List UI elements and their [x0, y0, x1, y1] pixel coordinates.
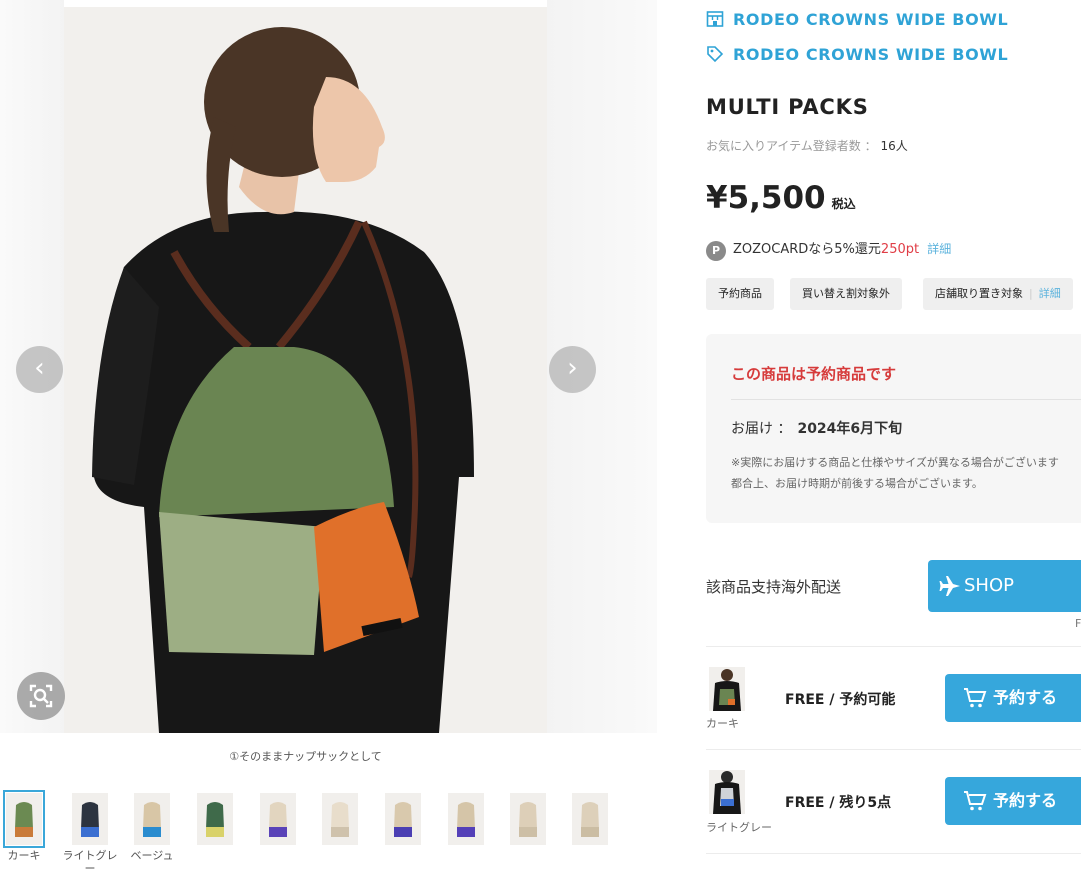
tag-separator: |: [1029, 287, 1033, 300]
store-name: RODEO CROWNS WIDE BOWL: [733, 10, 1009, 29]
variant-size: FREE: [785, 795, 825, 811]
divider: [731, 399, 1081, 400]
thumbnail-image: [260, 793, 296, 845]
image-search-icon: [29, 684, 53, 708]
thumbnail-10[interactable]: [572, 793, 608, 845]
favorites-label: お気に入りアイテム登録者数 ：: [706, 139, 877, 153]
thumbnail-image: [448, 793, 484, 845]
store-icon: [706, 11, 724, 27]
thumbnail-3[interactable]: [134, 793, 170, 845]
model-with-backpack-illustration: [64, 7, 547, 733]
thumbnail-image: [572, 793, 608, 845]
price-value: ¥5,500: [706, 180, 826, 216]
variant-color-label: カーキ: [706, 717, 739, 730]
airplane-icon: [939, 576, 960, 596]
brand-name: RODEO CROWNS WIDE BOWL: [733, 45, 1009, 64]
delivery-label: お届け ：: [731, 421, 792, 437]
variant-photo-lightgray: [709, 770, 745, 814]
points-amount: 250pt: [880, 242, 920, 257]
brand-link[interactable]: RODEO CROWNS WIDE BOWL: [706, 45, 1008, 64]
favorites-count-line: お気に入りアイテム登録者数 ： 16人: [706, 137, 908, 154]
thumbnail-8[interactable]: [448, 793, 484, 845]
delivery-date: 2024年6月下旬: [797, 421, 903, 437]
tax-label: 税込: [831, 197, 856, 211]
tag-no-exchange: 買い替え割対象外: [790, 278, 902, 310]
preorder-note: ※実際にお届けする商品と仕様やサイズが異なる場合がございます 都合上、お届け時期…: [731, 452, 1059, 494]
thumbnail-image: [6, 793, 42, 845]
favorites-count: 16人: [880, 139, 908, 153]
thumbnail-1[interactable]: [3, 790, 45, 848]
preorder-title: この商品は予約商品です: [731, 365, 897, 383]
divider: [706, 853, 1081, 854]
variant-size-status: FREE / 残り5点: [785, 795, 892, 811]
reserve-button-label: 予約する: [993, 688, 1058, 707]
variant-thumbnail: [709, 667, 745, 711]
thumbnail-image: [510, 793, 546, 845]
tag-icon: [707, 46, 724, 63]
thumbnail-image: [197, 793, 233, 845]
overseas-shop-button[interactable]: SHOP: [928, 560, 1081, 612]
gallery-prev-button[interactable]: ‹: [16, 346, 63, 393]
store-link[interactable]: RODEO CROWNS WIDE BOWL: [706, 10, 1008, 29]
points-icon: P: [706, 241, 726, 261]
reserve-button[interactable]: 予約する: [945, 777, 1081, 825]
delivery-date-line: お届け ： 2024年6月下旬: [731, 418, 902, 438]
price: ¥5,500 税込: [706, 180, 856, 216]
thumbnail-6[interactable]: [322, 793, 358, 845]
cart-icon: [964, 791, 987, 811]
variant-color-label: ライトグレー: [706, 821, 772, 834]
chevron-left-icon: ‹: [34, 353, 45, 383]
tag-store-hold: 店舗取り置き対象 | 詳細: [923, 278, 1073, 310]
preorder-info-box: この商品は予約商品です お届け ： 2024年6月下旬 ※実際にお届けする商品と仕…: [706, 334, 1081, 523]
note-line-1: ※実際にお届けする商品と仕様やサイズが異なる場合がございます: [731, 456, 1059, 469]
store-hold-label: 店舗取り置き対象: [935, 287, 1023, 300]
overseas-shipping-label: 該商品支持海外配送: [706, 578, 842, 596]
thumbnail-image: [385, 793, 421, 845]
thumbnail-5[interactable]: [260, 793, 296, 845]
variant-status: 予約可能: [839, 692, 896, 708]
product-title: MULTI PACKS: [706, 95, 869, 119]
thumbnail-image: [134, 793, 170, 845]
thumbnail-image: [72, 793, 108, 845]
thumbnail-4[interactable]: [197, 793, 233, 845]
note-line-2: 都合上、お届け時期が前後する場合がございます。: [731, 477, 983, 490]
photo-caption: ①そのままナップサックとして: [229, 750, 382, 763]
divider: [706, 749, 1081, 750]
image-search-button[interactable]: [17, 672, 65, 720]
points-info: P ZOZOCARDなら5%還元250pt 詳細: [706, 238, 951, 261]
points-detail-link[interactable]: 詳細: [927, 242, 951, 256]
thumbnail-7[interactable]: [385, 793, 421, 845]
reserve-button-label: 予約する: [993, 791, 1058, 810]
shop-sub-text: F: [1075, 617, 1081, 630]
variant-size: FREE: [785, 692, 825, 708]
tag-preorder: 予約商品: [706, 278, 774, 310]
thumbnail-2[interactable]: [72, 793, 108, 845]
main-product-photo[interactable]: [64, 7, 547, 733]
variant-thumbnail: [709, 770, 745, 814]
thumbnail-label: カーキ: [7, 849, 41, 862]
reserve-button[interactable]: 予約する: [945, 674, 1081, 722]
variant-size-status: FREE / 予約可能: [785, 692, 896, 708]
store-hold-detail-link[interactable]: 詳細: [1039, 287, 1061, 300]
points-text: ZOZOCARDなら5%還元: [733, 242, 881, 257]
divider: [706, 646, 1081, 647]
thumbnail-label: ライトグレー: [62, 849, 118, 875]
thumbnail-9[interactable]: [510, 793, 546, 845]
thumbnail-label: ベージュ: [130, 849, 174, 862]
variant-status: 残り5点: [839, 795, 892, 811]
chevron-right-icon: ›: [567, 353, 578, 383]
thumbnail-image: [322, 793, 358, 845]
gallery-next-button[interactable]: ›: [549, 346, 596, 393]
shop-button-label: SHOP: [964, 575, 1014, 596]
cart-icon: [964, 688, 987, 708]
variant-photo-khaki: [709, 667, 745, 711]
